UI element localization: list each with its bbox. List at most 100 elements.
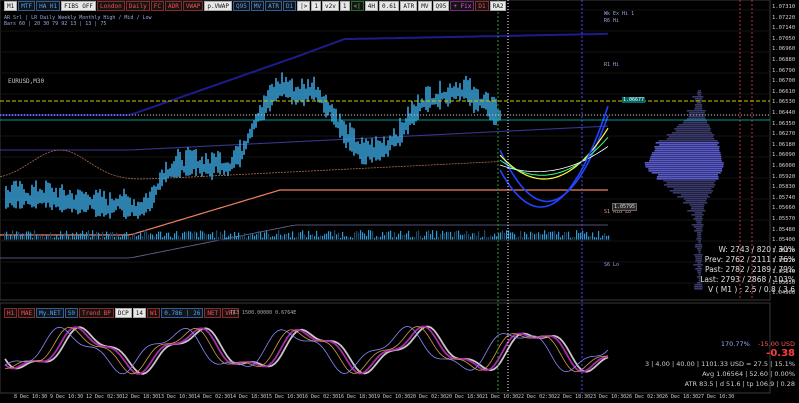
volume-bar bbox=[478, 231, 480, 240]
volume-bar bbox=[96, 231, 98, 240]
toolbar-button-16[interactable]: v2v bbox=[322, 1, 339, 11]
volume-bar bbox=[418, 230, 420, 240]
indicator-toolbar-button-4[interactable]: Trend BP bbox=[79, 308, 114, 318]
volume-bar bbox=[468, 234, 470, 240]
volume-bar bbox=[330, 231, 332, 240]
volume-bar bbox=[310, 234, 312, 240]
toolbar-button-14[interactable]: |> bbox=[297, 1, 311, 11]
volume-bar bbox=[250, 234, 252, 240]
profile-bar bbox=[691, 224, 704, 226]
toolbar-button-3[interactable]: FIBS OFF bbox=[61, 1, 97, 11]
toolbar-button-7[interactable]: ADR bbox=[165, 1, 182, 11]
toolbar-button-19[interactable]: 4H bbox=[364, 1, 378, 11]
volume-bar bbox=[138, 235, 140, 240]
toolbar-button-17[interactable]: 1 bbox=[339, 1, 350, 11]
toolbar-button-13[interactable]: D1 bbox=[282, 1, 297, 11]
volume-bar bbox=[490, 235, 492, 240]
volume-bar bbox=[64, 232, 66, 240]
volume-bar bbox=[86, 232, 88, 240]
indicator-toolbar-button-8[interactable]: 0.786 | 26 bbox=[161, 308, 204, 318]
volume-bar bbox=[98, 232, 100, 240]
indicator-toolbar-button-2[interactable]: My.NET bbox=[36, 308, 64, 318]
volume-bar bbox=[588, 236, 590, 240]
time-tick: 27 Dec 10:30 bbox=[698, 394, 735, 400]
toolbar-button-1[interactable]: MTF bbox=[18, 1, 36, 11]
volume-bar bbox=[110, 232, 112, 240]
top-toolbar: M1 MTF HA H1 FIBS OFF London Daily FC ADR VWAP p.… bbox=[4, 1, 507, 11]
volume-stats: W: 2743 / 820 / 30% Prev: 2762 / 2111 / … bbox=[700, 245, 795, 295]
volume-bar bbox=[68, 236, 70, 240]
toolbar-button-23[interactable]: Q95 bbox=[432, 1, 450, 11]
profile-bar bbox=[686, 110, 706, 112]
volume-bar bbox=[8, 234, 10, 240]
account-line-1: 3 | 4.00 | 40.00 | 1101.33 USD = 27.5 | … bbox=[644, 360, 795, 368]
indicator-toolbar: H1 MAE My.NET S0 Trend BP DCP 14 W1 0.786 | 26 NE… bbox=[4, 308, 240, 318]
toolbar-button-0[interactable]: M1 bbox=[4, 1, 18, 11]
toolbar-button-4[interactable]: London bbox=[97, 1, 125, 11]
toolbar-button-24[interactable]: + Fix bbox=[450, 1, 475, 11]
time-tick: 16 Dec 02:30 bbox=[302, 394, 339, 400]
indicator-toolbar-button-7[interactable]: W1 bbox=[146, 308, 161, 318]
toolbar-button-6[interactable]: FC bbox=[150, 1, 165, 11]
volume-bar bbox=[426, 231, 428, 240]
toolbar-button-15[interactable]: 1 bbox=[311, 1, 322, 11]
volume-bar bbox=[346, 236, 348, 240]
toolbar-button-12[interactable]: ATR bbox=[265, 1, 282, 11]
toolbar-button-10[interactable]: Q95 bbox=[233, 1, 250, 11]
volume-bar bbox=[46, 235, 48, 240]
volume-bar bbox=[148, 234, 150, 240]
volume-bar bbox=[506, 230, 508, 240]
toolbar-button-5[interactable]: Daily bbox=[125, 1, 150, 11]
profile-bar bbox=[666, 134, 715, 136]
profile-bar bbox=[695, 216, 703, 218]
volume-bar bbox=[358, 232, 360, 240]
time-tick: 13 Dec 10:30 bbox=[158, 394, 195, 400]
volume-bar bbox=[562, 235, 564, 240]
toolbar-button-11[interactable]: MV bbox=[250, 1, 265, 11]
volume-bar bbox=[92, 230, 94, 240]
volume-bar bbox=[126, 231, 128, 240]
toolbar-button-25[interactable]: D1 bbox=[475, 1, 489, 11]
volume-bar bbox=[260, 232, 262, 240]
indicator-toolbar-button-5[interactable]: DCP bbox=[114, 308, 132, 318]
toolbar-button-22[interactable]: MV bbox=[418, 1, 432, 11]
toolbar-button-26[interactable]: RA2 bbox=[489, 1, 507, 11]
volume-bar bbox=[224, 230, 226, 240]
volume-bar bbox=[258, 230, 260, 240]
time-tick: 9 Dec 10:30 bbox=[50, 394, 84, 400]
toolbar-button-8[interactable]: VWAP bbox=[182, 1, 204, 11]
price-tick: 1.06180 bbox=[772, 141, 796, 148]
volume-bar bbox=[590, 235, 592, 240]
time-tick: 14 Dec 02:30 bbox=[194, 394, 231, 400]
toolbar-button-9[interactable]: p.VWAP bbox=[204, 1, 233, 11]
price-tick: 1.07140 bbox=[772, 25, 796, 32]
volume-bar bbox=[56, 235, 58, 240]
indicator-toolbar-button-6[interactable]: 14 bbox=[132, 308, 146, 318]
profile-bar bbox=[663, 184, 716, 186]
volume-bar bbox=[530, 231, 532, 240]
indicator-toolbar-button-3[interactable]: S0 bbox=[64, 308, 78, 318]
toolbar-button-20[interactable]: 0.61 bbox=[378, 1, 400, 11]
volume-bar bbox=[328, 231, 330, 240]
volume-bar bbox=[454, 231, 456, 240]
volume-bar bbox=[376, 236, 378, 240]
volume-bar bbox=[548, 231, 550, 240]
indicator-toolbar-button-0[interactable]: H1 bbox=[4, 308, 18, 318]
volume-bar bbox=[108, 234, 110, 240]
volume-bar bbox=[76, 232, 78, 240]
volume-bar bbox=[576, 230, 578, 240]
volume-bar bbox=[446, 231, 448, 240]
profile-bar bbox=[696, 222, 702, 224]
price-tick: 1.05740 bbox=[772, 194, 796, 201]
indicator-toolbar-button-1[interactable]: MAE bbox=[18, 308, 36, 318]
stats-past: Past: 2782 / 2189 / 79% bbox=[705, 265, 795, 274]
volume-bar bbox=[386, 232, 388, 240]
toolbar-button-21[interactable]: ATR bbox=[400, 1, 418, 11]
toolbar-button-18[interactable]: <| bbox=[350, 1, 364, 11]
volume-bar bbox=[232, 235, 234, 240]
toolbar-button-2[interactable]: HA H1 bbox=[36, 1, 61, 11]
volume-bar bbox=[586, 232, 588, 240]
profile-bar bbox=[687, 210, 706, 212]
indicator-toolbar-button-9[interactable]: NET bbox=[204, 308, 222, 318]
time-tick: 12 Dec 18:30 bbox=[122, 394, 159, 400]
